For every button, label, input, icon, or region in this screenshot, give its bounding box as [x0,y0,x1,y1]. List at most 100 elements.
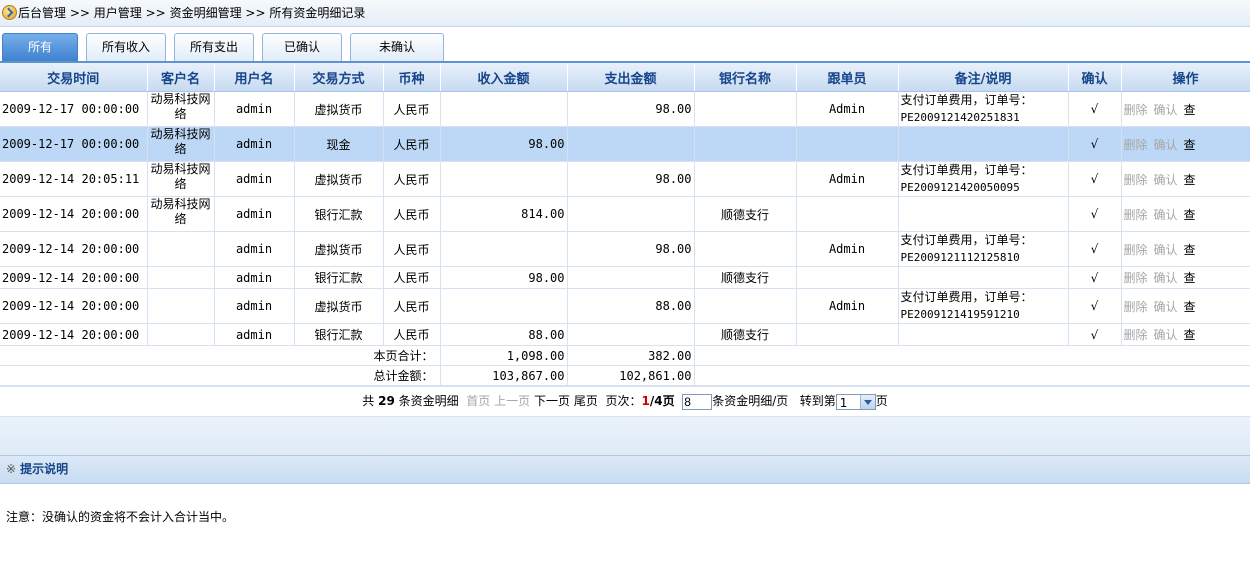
cell-actions: 删除 确认查 [1121,231,1250,267]
cell-handler [796,266,899,289]
breadcrumb-current: 所有资金明细记录 [269,6,366,20]
view-link[interactable]: 查 [1184,208,1196,222]
table-row[interactable]: 2009-12-14 20:00:00 admin 银行汇款 人民币 88.00 顺德支行… [0,323,1250,346]
last-page-link[interactable]: 尾页 [574,394,598,408]
cell-actions: 删除 确认查 [1121,91,1250,127]
confirm-link[interactable]: 确认 [1154,300,1178,314]
delete-link[interactable]: 删除 [1124,208,1148,222]
breadcrumb-separator: >> [145,6,166,20]
cell-bank [694,91,797,127]
tab-all-expense[interactable]: 所有支出 [174,33,254,61]
cell-time: 2009-12-14 20:00:00 [0,266,148,289]
view-link[interactable]: 查 [1184,271,1196,285]
col-header-time[interactable]: 交易时间 [0,63,148,92]
breadcrumb-item[interactable]: 用户管理 [94,6,142,20]
delete-link[interactable]: 删除 [1124,138,1148,152]
col-header-customer[interactable]: 客户名 [147,63,215,92]
cell-method: 虚拟货币 [294,231,384,267]
col-header-bank[interactable]: 银行名称 [694,63,797,92]
cell-time: 2009-12-14 20:00:00 [0,196,148,232]
current-page: 1 [641,394,650,408]
confirm-link[interactable]: 确认 [1154,243,1178,257]
view-link[interactable]: 查 [1184,300,1196,314]
cell-customer [147,288,215,324]
confirm-link[interactable]: 确认 [1154,173,1178,187]
cell-income: 98.00 [440,266,568,289]
delete-link[interactable]: 删除 [1124,328,1148,342]
view-link[interactable]: 查 [1184,243,1196,257]
cell-confirm: √ [1068,288,1122,324]
cell-customer [147,231,215,267]
home-icon[interactable] [2,5,17,20]
grand-total-row: 总计金额： 103,867.00 102,861.00 [0,365,1250,386]
cell-bank [694,288,797,324]
view-link[interactable]: 查 [1184,138,1196,152]
col-header-expense[interactable]: 支出金额 [567,63,695,92]
table-row[interactable]: 2009-12-14 20:00:00 动易科技网络 admin 银行汇款 人民币 814… [0,196,1250,232]
col-header-income[interactable]: 收入金额 [440,63,568,92]
cell-bank: 顺德支行 [694,323,797,346]
cell-currency: 人民币 [383,91,441,127]
goto-page-select[interactable]: 1 [835,393,876,410]
col-header-currency[interactable]: 币种 [383,63,441,92]
confirm-link[interactable]: 确认 [1154,208,1178,222]
col-header-user[interactable]: 用户名 [214,63,295,92]
table-row[interactable]: 2009-12-17 00:00:00 动易科技网络 admin 现金 人民币 98.00… [0,126,1250,162]
cell-income [440,288,568,324]
cell-confirm: √ [1068,266,1122,289]
breadcrumb-separator: >> [69,6,90,20]
cell-income: 88.00 [440,323,568,346]
col-header-note[interactable]: 备注/说明 [898,63,1069,92]
delete-link[interactable]: 删除 [1124,173,1148,187]
confirm-link[interactable]: 确认 [1154,138,1178,152]
cell-note [898,323,1069,346]
tab-confirmed[interactable]: 已确认 [262,33,342,61]
delete-link[interactable]: 删除 [1124,103,1148,117]
confirm-link[interactable]: 确认 [1154,271,1178,285]
col-header-handler[interactable]: 跟单员 [796,63,899,92]
view-link[interactable]: 查 [1184,328,1196,342]
first-page-link[interactable]: 首页 [466,394,490,408]
prev-page-link[interactable]: 上一页 [494,394,530,408]
delete-link[interactable]: 删除 [1124,300,1148,314]
confirm-link[interactable]: 确认 [1154,328,1178,342]
order-number: PE2009121112125810 [900,251,1020,264]
table-row[interactable]: 2009-12-14 20:00:00 admin 虚拟货币 人民币 88.00 Admi… [0,288,1250,324]
tab-unconfirmed[interactable]: 未确认 [350,33,444,61]
table-row[interactable]: 2009-12-17 00:00:00 动易科技网络 admin 虚拟货币 人民币 98.… [0,91,1250,127]
confirm-link[interactable]: 确认 [1154,103,1178,117]
grand-total-expense: 102,861.00 [567,365,695,386]
next-page-link[interactable]: 下一页 [534,394,570,408]
breadcrumb-item[interactable]: 后台管理 [18,6,66,20]
cell-customer: 动易科技网络 [147,126,215,162]
cell-method: 银行汇款 [294,323,384,346]
table-row[interactable]: 2009-12-14 20:05:11 动易科技网络 admin 虚拟货币 人民币 98.… [0,161,1250,197]
page-indicator-label: 页次： [605,394,642,408]
cell-handler [796,323,899,346]
cell-note: 支付订单费用，订单号： PE2009121112125810 [898,231,1069,267]
cell-user: admin [214,196,295,232]
chevron-down-icon[interactable] [859,394,875,409]
table-row[interactable]: 2009-12-14 20:00:00 admin 银行汇款 人民币 98.00 顺德支行… [0,266,1250,289]
cell-confirm: √ [1068,323,1122,346]
view-link[interactable]: 查 [1184,103,1196,117]
cell-note: 支付订单费用，订单号： PE2009121420251831 [898,91,1069,127]
view-link[interactable]: 查 [1184,173,1196,187]
cell-bank: 顺德支行 [694,196,797,232]
cell-expense [567,126,695,162]
delete-link[interactable]: 删除 [1124,271,1148,285]
cell-customer: 动易科技网络 [147,91,215,127]
col-header-method[interactable]: 交易方式 [294,63,384,92]
delete-link[interactable]: 删除 [1124,243,1148,257]
note-text: 支付订单费用，订单号： [900,290,1033,304]
tab-all[interactable]: 所有 [2,33,78,61]
cell-confirm: √ [1068,91,1122,127]
table-row[interactable]: 2009-12-14 20:00:00 admin 虚拟货币 人民币 98.00 Admi… [0,231,1250,267]
tab-all-income[interactable]: 所有收入 [86,33,166,61]
cell-actions: 删除 确认查 [1121,288,1250,324]
col-header-confirm[interactable]: 确认 [1068,63,1122,92]
per-page-input[interactable] [682,393,713,410]
breadcrumb-item[interactable]: 资金明细管理 [170,6,242,20]
order-number: PE2009121420050095 [900,181,1020,194]
cell-currency: 人民币 [383,161,441,197]
